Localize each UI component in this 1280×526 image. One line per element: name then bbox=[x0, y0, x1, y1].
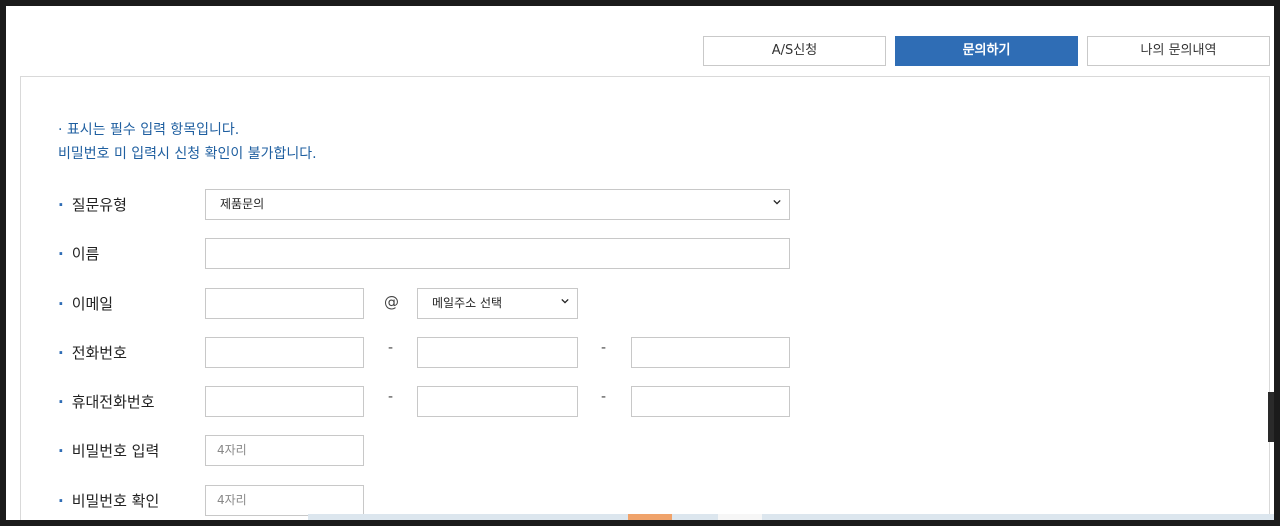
row-password: · 비밀번호 입력 4자리 bbox=[6, 435, 1274, 467]
mobile-part3-input[interactable] bbox=[631, 386, 790, 417]
question-type-value: 제품문의 bbox=[220, 197, 265, 211]
mobile-part1-input[interactable] bbox=[205, 386, 364, 417]
notice-line-2: 비밀번호 미 입력시 신청 확인이 불가합니다. bbox=[58, 146, 317, 162]
bullet: · bbox=[58, 393, 64, 411]
name-label: 이름 bbox=[71, 245, 100, 263]
browser-content: A/S신청 문의하기 나의 문의내역 · 표시는 필수 입력 항목입니다. 비밀… bbox=[6, 6, 1274, 520]
bullet: · bbox=[58, 196, 64, 214]
bullet: · bbox=[58, 442, 64, 460]
question-type-select[interactable]: 제품문의 bbox=[205, 189, 790, 220]
bullet: · bbox=[58, 295, 64, 313]
phone-part2-input[interactable] bbox=[417, 337, 578, 368]
row-question-type: · 질문유형 제품문의 bbox=[6, 189, 1274, 221]
row-password-confirm: · 비밀번호 확인 4자리 bbox=[6, 485, 1274, 517]
email-domain-value: 메일주소 선택 bbox=[432, 296, 503, 310]
question-type-label: 질문유형 bbox=[71, 196, 127, 214]
at-sign: @ bbox=[384, 293, 399, 311]
bullet: · bbox=[58, 245, 64, 263]
tab-bar: A/S신청 문의하기 나의 문의내역 bbox=[6, 36, 1274, 68]
bullet: · bbox=[58, 492, 64, 510]
phone-label: 전화번호 bbox=[71, 344, 127, 362]
chevron-down-icon bbox=[773, 199, 781, 205]
phone-separator: - bbox=[601, 340, 607, 356]
row-mobile: · 휴대전화번호 - - bbox=[6, 386, 1274, 418]
tab-as-request[interactable]: A/S신청 bbox=[703, 36, 886, 66]
row-phone: · 전화번호 - - bbox=[6, 337, 1274, 369]
password-confirm-input[interactable]: 4자리 bbox=[205, 485, 364, 516]
mobile-separator: - bbox=[601, 389, 607, 405]
phone-part3-input[interactable] bbox=[631, 337, 790, 368]
tab-my-inquiries[interactable]: 나의 문의내역 bbox=[1087, 36, 1270, 66]
password-confirm-label: 비밀번호 확인 bbox=[71, 492, 160, 510]
scrollbar-thumb[interactable] bbox=[1268, 392, 1274, 442]
email-domain-select[interactable]: 메일주소 선택 bbox=[417, 288, 578, 319]
bottom-banner-strip bbox=[308, 514, 1274, 520]
mobile-label: 휴대전화번호 bbox=[71, 393, 155, 411]
password-label: 비밀번호 입력 bbox=[71, 442, 160, 460]
password-input[interactable]: 4자리 bbox=[205, 435, 364, 466]
notice-line-1: · 표시는 필수 입력 항목입니다. bbox=[58, 122, 240, 138]
required-notice: · 표시는 필수 입력 항목입니다. 비밀번호 미 입력시 신청 확인이 불가합… bbox=[58, 118, 317, 166]
mobile-part2-input[interactable] bbox=[417, 386, 578, 417]
email-local-input[interactable] bbox=[205, 288, 364, 319]
tab-inquiry[interactable]: 문의하기 bbox=[895, 36, 1078, 66]
row-email: · 이메일 @ 메일주소 선택 bbox=[6, 288, 1274, 320]
phone-part1-input[interactable] bbox=[205, 337, 364, 368]
bullet: · bbox=[58, 344, 64, 362]
email-label: 이메일 bbox=[71, 295, 114, 313]
row-name: · 이름 bbox=[6, 238, 1274, 270]
phone-separator: - bbox=[388, 340, 394, 356]
chevron-down-icon bbox=[561, 298, 569, 304]
mobile-separator: - bbox=[388, 389, 394, 405]
name-input[interactable] bbox=[205, 238, 790, 269]
